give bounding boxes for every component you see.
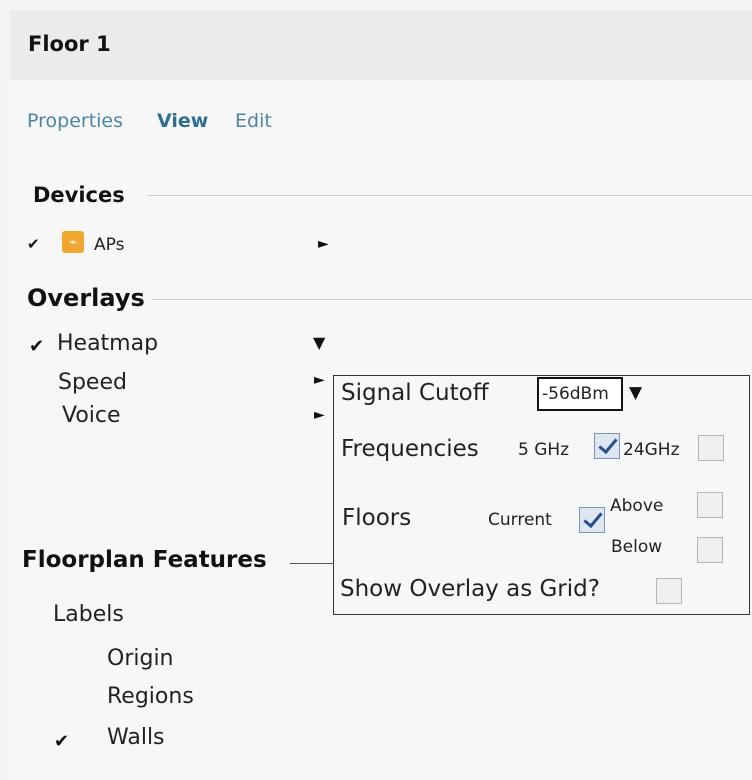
floors-current-checkbox[interactable] [579, 507, 605, 533]
overlays-divider [152, 299, 752, 300]
floors-below-label: Below [611, 537, 663, 557]
speed-label: Speed [58, 370, 127, 395]
tab-edit[interactable]: Edit [235, 110, 272, 132]
freq-5ghz-label: 5 GHz [518, 440, 570, 460]
heatmap-check-icon: ✔ [29, 336, 45, 357]
voice-label: Voice [62, 403, 121, 428]
aps-label: APs [94, 235, 125, 255]
devices-divider [148, 195, 752, 196]
devices-section-title: Devices [33, 183, 125, 207]
signal-cutoff-label: Signal Cutoff [341, 380, 489, 406]
floors-label: Floors [342, 505, 412, 531]
show-overlay-grid-label: Show Overlay as Grid? [340, 576, 600, 602]
labels-heading: Labels [53, 602, 124, 627]
freq-24ghz-label: 24GHz [623, 440, 680, 460]
heatmap-label: Heatmap [57, 331, 159, 356]
regions-label: Regions [107, 684, 194, 709]
page-title: Floor 1 [28, 32, 111, 56]
tab-properties[interactable]: Properties [27, 110, 123, 132]
overlays-section-title: Overlays [27, 284, 145, 312]
floorplan-features-title: Floorplan Features [22, 547, 267, 573]
floorplan-features-divider [290, 563, 334, 564]
floors-current-label: Current [488, 510, 552, 530]
heatmap-collapse-arrow-icon[interactable]: ▼ [313, 333, 325, 352]
floor-header: Floor 1 [10, 10, 752, 80]
floors-below-checkbox[interactable] [697, 537, 723, 563]
aps-check-icon: ✔ [27, 235, 40, 253]
walls-check-icon: ✔ [54, 731, 70, 752]
freq-24ghz-checkbox[interactable] [698, 435, 724, 461]
origin-label: Origin [107, 646, 174, 671]
voice-expand-arrow-icon[interactable]: ► [314, 407, 325, 423]
speed-expand-arrow-icon[interactable]: ► [314, 372, 325, 388]
ap-icon: ⌁ [62, 231, 84, 253]
freq-5ghz-checkbox[interactable] [594, 433, 620, 459]
aps-expand-arrow-icon[interactable]: ► [318, 236, 329, 252]
floors-above-checkbox[interactable] [697, 492, 723, 518]
signal-cutoff-select[interactable]: -56dBm [537, 377, 623, 411]
frequencies-label: Frequencies [341, 436, 479, 462]
walls-label: Walls [107, 725, 165, 750]
floors-above-label: Above [610, 496, 664, 516]
tab-view[interactable]: View [157, 110, 208, 132]
show-overlay-grid-checkbox[interactable] [656, 578, 682, 604]
signal-cutoff-dropdown-icon[interactable]: ▼ [629, 383, 642, 403]
